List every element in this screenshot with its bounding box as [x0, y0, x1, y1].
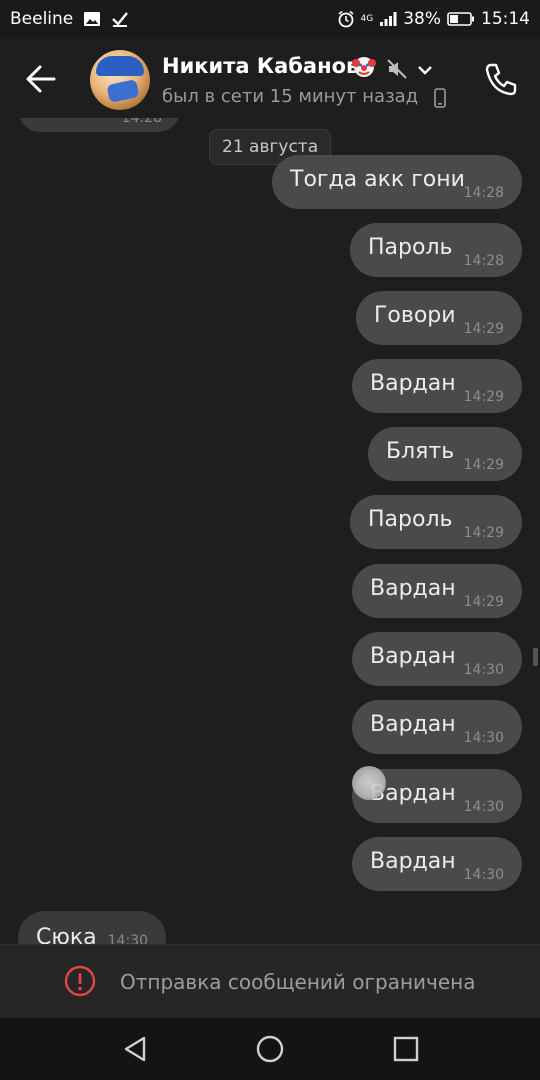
message-text: Блять	[386, 439, 455, 464]
message-text: Вардан	[370, 576, 456, 601]
system-navigation-bar	[0, 1018, 540, 1080]
phone-icon	[485, 63, 517, 96]
muted-speaker-icon	[386, 58, 408, 80]
mobile-device-icon	[434, 88, 446, 108]
outgoing-message[interactable]: Вардан 14:30	[352, 837, 522, 891]
incoming-message[interactable]: 14:28	[18, 118, 180, 132]
network-type-icon: 4G	[360, 13, 374, 24]
circle-home-icon	[256, 1035, 284, 1063]
image-notification-icon	[83, 11, 101, 27]
nav-home-button[interactable]	[254, 1033, 286, 1065]
message-time: 14:29	[463, 389, 504, 405]
status-bar: Beeline 4G 38% 15:14	[0, 0, 540, 38]
clock: 15:14	[481, 9, 530, 29]
message-time: 14:30	[463, 867, 504, 883]
message-text: Вардан	[370, 644, 456, 669]
message-time: 14:30	[463, 799, 504, 815]
outgoing-message[interactable]: Вардан 14:30	[352, 632, 522, 686]
outgoing-message[interactable]: Блять 14:29	[368, 427, 522, 481]
message-time: 14:29	[463, 594, 504, 610]
back-button[interactable]	[24, 62, 58, 96]
exclamation-circle-icon	[64, 965, 96, 997]
scrollbar[interactable]	[533, 648, 538, 666]
outgoing-message[interactable]: Вардан 14:29	[352, 564, 522, 618]
restricted-message: Отправка сообщений ограничена	[120, 970, 476, 994]
message-time: 14:30	[463, 730, 504, 746]
outgoing-message[interactable]: Пароль 14:28	[350, 223, 522, 277]
message-text: Вардан	[370, 371, 456, 396]
chat-header: Никита Кабанов был в сети 15 минут назад	[0, 38, 540, 118]
call-button[interactable]	[482, 60, 520, 98]
message-time: 14:30	[463, 662, 504, 678]
messaging-restricted-banner: Отправка сообщений ограничена	[0, 944, 540, 1019]
incoming-message[interactable]: Сюка 14:30	[18, 911, 166, 944]
contact-avatar[interactable]	[90, 50, 150, 110]
message-text: Вардан	[370, 849, 456, 874]
square-recents-icon	[393, 1036, 419, 1062]
message-text: Пароль	[368, 507, 453, 532]
message-time: 14:29	[463, 321, 504, 337]
message-text: Сюка	[36, 925, 97, 944]
alarm-icon	[337, 10, 355, 28]
outgoing-message[interactable]: Пароль 14:29	[350, 495, 522, 549]
battery-percent: 38%	[403, 9, 441, 29]
carrier-label: Beeline	[10, 9, 74, 29]
contact-name[interactable]: Никита Кабанов	[162, 54, 359, 78]
date-separator-label: 21 августа	[222, 137, 319, 157]
chevron-down-icon[interactable]	[416, 62, 434, 76]
message-time: 14:29	[463, 525, 504, 541]
nav-recents-button[interactable]	[390, 1033, 422, 1065]
message-time: 14:29	[463, 457, 504, 473]
outgoing-message[interactable]: Вардан 14:29	[352, 359, 522, 413]
battery-icon	[447, 11, 475, 27]
message-time: 14:30	[107, 933, 148, 944]
triangle-back-icon	[124, 1036, 146, 1062]
task-done-icon	[111, 10, 129, 28]
clown-face-icon	[352, 55, 376, 79]
outgoing-message[interactable]: Говори 14:29	[356, 291, 522, 345]
message-list[interactable]: 14:28 21 августа Тогда акк гони 14:28 Па…	[0, 118, 540, 944]
outgoing-message[interactable]: Тогда акк гони 14:28	[272, 155, 522, 209]
message-text: Вардан	[370, 712, 456, 737]
last-seen-status: был в сети 15 минут назад	[162, 86, 419, 107]
message-time: 14:28	[463, 185, 504, 201]
touch-indicator	[352, 766, 386, 800]
outgoing-message[interactable]: Вардан 14:30	[352, 700, 522, 754]
message-text: Тогда акк гони	[290, 167, 465, 192]
message-time: 14:28	[463, 253, 504, 269]
signal-strength-icon	[379, 11, 397, 27]
message-text: Говори	[374, 303, 456, 328]
message-text: Пароль	[368, 235, 453, 260]
nav-back-button[interactable]	[120, 1033, 152, 1065]
message-time: 14:28	[121, 118, 162, 126]
arrow-left-icon	[26, 65, 56, 93]
